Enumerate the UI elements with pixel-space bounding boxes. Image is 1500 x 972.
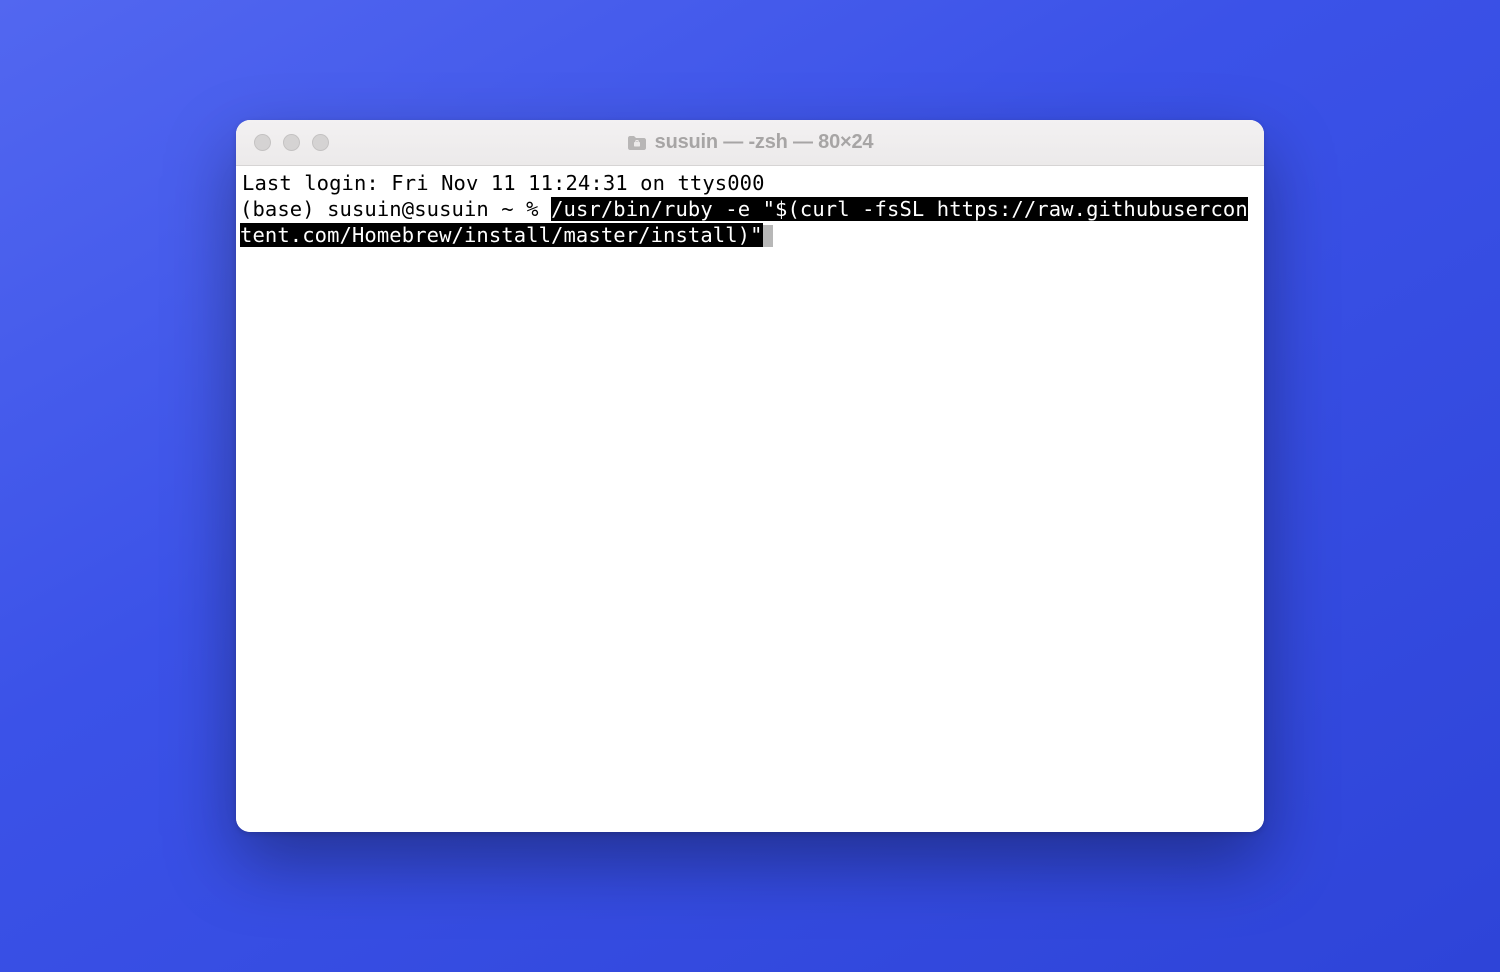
- close-button[interactable]: [254, 134, 271, 151]
- terminal-body[interactable]: Last login: Fri Nov 11 11:24:31 on ttys0…: [236, 166, 1264, 832]
- folder-icon: [627, 135, 647, 151]
- shell-prompt: (base) susuin@susuin ~ %: [240, 197, 551, 221]
- titlebar[interactable]: susuin — -zsh — 80×24: [236, 120, 1264, 166]
- minimize-button[interactable]: [283, 134, 300, 151]
- terminal-window: susuin — -zsh — 80×24 Last login: Fri No…: [236, 120, 1264, 832]
- last-login-line: Last login: Fri Nov 11 11:24:31 on ttys0…: [240, 170, 1260, 196]
- title-wrap: susuin — -zsh — 80×24: [236, 131, 1264, 154]
- cursor: [763, 225, 773, 247]
- window-title: susuin — -zsh — 80×24: [655, 131, 874, 154]
- zoom-button[interactable]: [312, 134, 329, 151]
- traffic-lights: [236, 134, 329, 151]
